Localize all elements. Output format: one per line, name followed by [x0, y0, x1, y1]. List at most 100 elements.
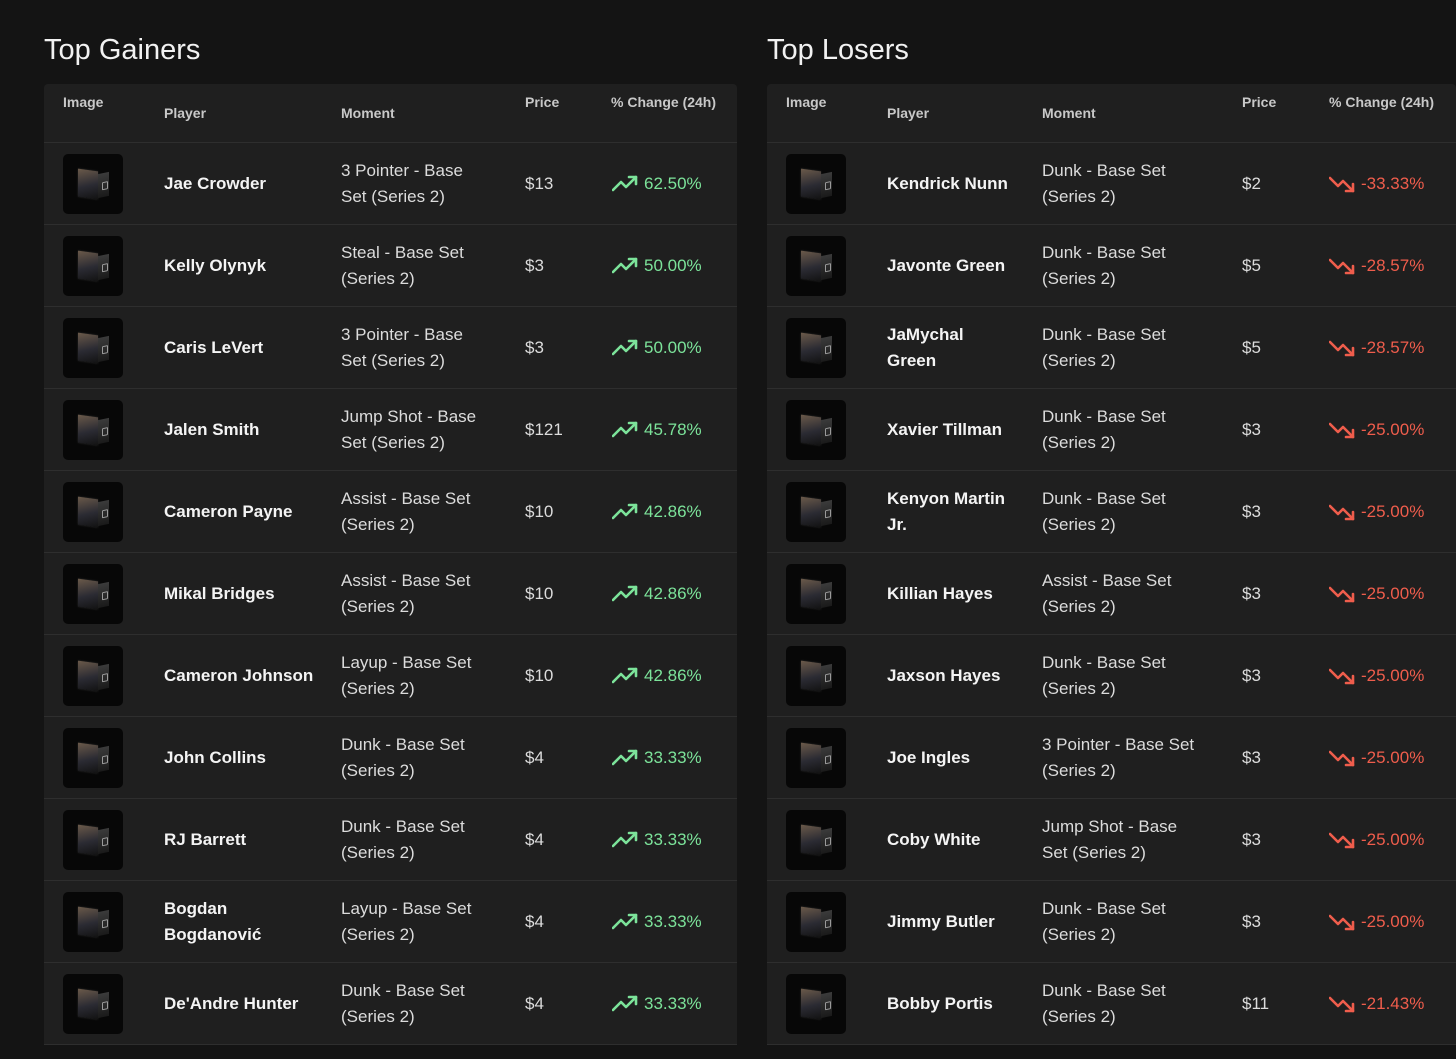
top-gainers-panel: Top Gainers Image Player Moment Price % … [44, 0, 737, 1045]
top-losers-title: Top Losers [767, 34, 909, 66]
player-name[interactable]: JaMychal Green [887, 307, 1017, 388]
player-name[interactable]: Cameron Payne [164, 471, 314, 552]
player-name[interactable]: Mikal Bridges [164, 553, 314, 634]
table-row[interactable]: Bobby Portis Dunk - Base Set (Series 2) $1… [767, 963, 1456, 1045]
table-row[interactable]: Cameron Payne Assist - Base Set (Series 2… [44, 471, 737, 553]
table-row[interactable]: Jae Crowder 3 Pointer - Base Set (Series … [44, 143, 737, 225]
trending-up-icon [612, 257, 638, 273]
moment-thumbnail[interactable] [63, 317, 123, 378]
change-value: 33.33% [612, 963, 702, 1044]
moment-thumbnail[interactable] [63, 563, 123, 624]
player-name[interactable]: Jae Crowder [164, 143, 314, 224]
change-value: 42.86% [612, 471, 702, 552]
header-player[interactable]: Player [887, 105, 929, 121]
moment-thumbnail[interactable] [63, 727, 123, 788]
moment-thumbnail[interactable] [786, 153, 846, 214]
header-change[interactable]: % Change (24h) [611, 94, 716, 110]
table-row[interactable]: Javonte Green Dunk - Base Set (Series 2) $… [767, 225, 1456, 307]
moment-thumbnail[interactable] [63, 235, 123, 296]
moment-name: Steal - Base Set (Series 2) [341, 242, 464, 288]
price-value: $3 [1242, 829, 1261, 849]
moment-thumbnail[interactable] [786, 563, 846, 624]
table-row[interactable]: Jimmy Butler Dunk - Base Set (Series 2) $3… [767, 881, 1456, 963]
player-name[interactable]: Jaxson Hayes [887, 635, 1017, 716]
table-row[interactable]: Xavier Tillman Dunk - Base Set (Series 2)… [767, 389, 1456, 471]
header-price[interactable]: Price [525, 94, 559, 110]
player-name[interactable]: Coby White [887, 799, 1017, 880]
moment-thumbnail[interactable] [786, 399, 846, 460]
table-row[interactable]: John Collins Dunk - Base Set (Series 2) $4… [44, 717, 737, 799]
moment-name: Jump Shot - Base Set (Series 2) [341, 406, 477, 452]
image-cell [63, 389, 123, 470]
player-name[interactable]: De'Andre Hunter [164, 963, 314, 1044]
player-name[interactable]: Cameron Johnson [164, 635, 314, 716]
player-name[interactable]: Xavier Tillman [887, 389, 1017, 470]
header-moment[interactable]: Moment [341, 105, 395, 121]
header-moment[interactable]: Moment [1042, 105, 1096, 121]
player-name[interactable]: Bogdan Bogdanović [164, 881, 314, 962]
player-name[interactable]: Kenyon Martin Jr. [887, 471, 1017, 552]
table-row[interactable]: Joe Ingles 3 Pointer - Base Set (Series 2… [767, 717, 1456, 799]
moment-thumbnail[interactable] [63, 809, 123, 870]
player-name[interactable]: Kendrick Nunn [887, 143, 1017, 224]
header-player[interactable]: Player [164, 105, 206, 121]
table-row[interactable]: Jalen Smith Jump Shot - Base Set (Series … [44, 389, 737, 471]
header-price[interactable]: Price [1242, 94, 1276, 110]
moment-thumbnail[interactable] [786, 809, 846, 870]
table-row[interactable]: RJ Barrett Dunk - Base Set (Series 2) $4 33… [44, 799, 737, 881]
header-change[interactable]: % Change (24h) [1329, 94, 1434, 110]
change-value: 33.33% [612, 717, 702, 798]
table-row[interactable]: Caris LeVert 3 Pointer - Base Set (Series… [44, 307, 737, 389]
player-name[interactable]: Joe Ingles [887, 717, 1017, 798]
table-row[interactable]: Bogdan Bogdanović Layup - Base Set (Serie… [44, 881, 737, 963]
image-cell [63, 307, 123, 388]
trending-down-icon [1329, 832, 1355, 848]
table-row[interactable]: Killian Hayes Assist - Base Set (Series 2… [767, 553, 1456, 635]
table-row[interactable]: JaMychal Green Dunk - Base Set (Series 2)… [767, 307, 1456, 389]
header-image[interactable]: Image [63, 94, 103, 110]
player-name[interactable]: John Collins [164, 717, 314, 798]
player-name[interactable]: RJ Barrett [164, 799, 314, 880]
moment-name: Layup - Base Set (Series 2) [341, 898, 472, 944]
table-row[interactable]: Mikal Bridges Assist - Base Set (Series 2… [44, 553, 737, 635]
change-percent: 33.33% [644, 829, 702, 849]
table-row[interactable]: Kendrick Nunn Dunk - Base Set (Series 2) $… [767, 143, 1456, 225]
moment-name: Dunk - Base Set (Series 2) [1042, 160, 1166, 206]
table-row[interactable]: Jaxson Hayes Dunk - Base Set (Series 2) $3… [767, 635, 1456, 717]
moment-thumbnail[interactable] [63, 645, 123, 706]
player-name[interactable]: Kelly Olynyk [164, 225, 314, 306]
moment-thumbnail[interactable] [63, 973, 123, 1034]
moment-thumbnail[interactable] [63, 481, 123, 542]
trending-up-icon [612, 503, 638, 519]
moment-thumbnail[interactable] [786, 481, 846, 542]
moment-name: Dunk - Base Set (Series 2) [1042, 898, 1166, 944]
table-row[interactable]: Cameron Johnson Layup - Base Set (Series … [44, 635, 737, 717]
image-cell [786, 799, 846, 880]
table-row[interactable]: Kelly Olynyk Steal - Base Set (Series 2) $… [44, 225, 737, 307]
trending-up-icon [612, 831, 638, 847]
table-row[interactable]: Kenyon Martin Jr. Dunk - Base Set (Series… [767, 471, 1456, 553]
moment-name: Dunk - Base Set (Series 2) [341, 980, 465, 1026]
moment-thumbnail[interactable] [786, 235, 846, 296]
moment-thumbnail[interactable] [786, 891, 846, 952]
moment-thumbnail[interactable] [786, 645, 846, 706]
change-value: -25.00% [1329, 881, 1424, 962]
moment-thumbnail[interactable] [786, 727, 846, 788]
player-name[interactable]: Jimmy Butler [887, 881, 1017, 962]
header-image[interactable]: Image [786, 94, 826, 110]
player-name[interactable]: Javonte Green [887, 225, 1017, 306]
table-row[interactable]: Coby White Jump Shot - Base Set (Series 2… [767, 799, 1456, 881]
moment-name: Dunk - Base Set (Series 2) [1042, 488, 1166, 534]
moment-thumbnail[interactable] [786, 973, 846, 1034]
player-name[interactable]: Caris LeVert [164, 307, 314, 388]
moment-thumbnail[interactable] [63, 891, 123, 952]
moment-thumbnail[interactable] [63, 153, 123, 214]
player-name[interactable]: Jalen Smith [164, 389, 314, 470]
trending-down-icon [1329, 914, 1355, 930]
player-name[interactable]: Killian Hayes [887, 553, 1017, 634]
moment-thumbnail[interactable] [63, 399, 123, 460]
table-row[interactable]: De'Andre Hunter Dunk - Base Set (Series 2… [44, 963, 737, 1045]
player-name[interactable]: Bobby Portis [887, 963, 1017, 1044]
image-cell [786, 307, 846, 388]
moment-thumbnail[interactable] [786, 317, 846, 378]
